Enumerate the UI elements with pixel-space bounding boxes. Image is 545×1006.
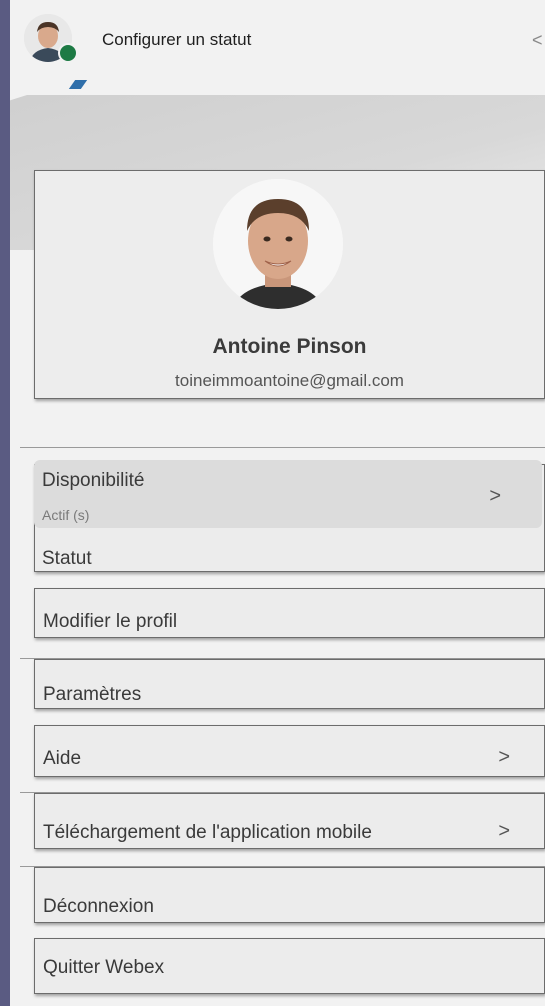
divider — [20, 447, 545, 448]
profile-email: toineimmoantoine@gmail.com — [175, 371, 404, 390]
availability-label[interactable]: Disponibilité — [42, 470, 144, 492]
profile-avatar — [213, 179, 343, 309]
status-item[interactable]: Statut — [42, 548, 92, 570]
help-label: Aide — [43, 748, 82, 769]
settings-label: Paramètres — [43, 684, 142, 705]
header: Configurer un statut < — [10, 0, 545, 95]
person-photo-icon — [213, 179, 343, 309]
menu-item-quit[interactable]: Quitter Webex — [34, 938, 545, 994]
availability-chevron-icon[interactable]: > — [489, 485, 501, 508]
mobile-download-chevron-icon: > — [498, 820, 510, 842]
collapse-chevron-icon[interactable]: < — [532, 30, 543, 51]
logout-label: Déconnexion — [43, 896, 154, 917]
menu-item-edit-profile[interactable]: Modifier le profil — [34, 588, 545, 638]
profile-menu-panel: Configurer un statut < Antoine Pinson to… — [10, 0, 545, 1006]
menu-item-logout[interactable]: Déconnexion — [34, 867, 545, 923]
menu-item-mobile-download[interactable]: Téléchargement de l'application mobile > — [34, 793, 545, 849]
help-chevron-icon: > — [498, 746, 510, 768]
mobile-download-label: Téléchargement de l'application mobile — [43, 822, 372, 843]
quit-label: Quitter Webex — [43, 957, 165, 978]
menu-item-settings[interactable]: Paramètres — [34, 659, 545, 709]
profile-name: Antoine Pinson — [212, 335, 367, 358]
menu-item-help[interactable]: Aide > — [34, 725, 545, 777]
edit-profile-label: Modifier le profil — [43, 611, 178, 632]
profile-card: Antoine Pinson toineimmoantoine@gmail.co… — [34, 170, 545, 399]
status-active-dot — [58, 43, 78, 63]
header-accent-mark — [68, 80, 88, 89]
availability-value: Actif (s) — [42, 507, 90, 523]
set-status-link[interactable]: Configurer un statut — [102, 30, 251, 50]
